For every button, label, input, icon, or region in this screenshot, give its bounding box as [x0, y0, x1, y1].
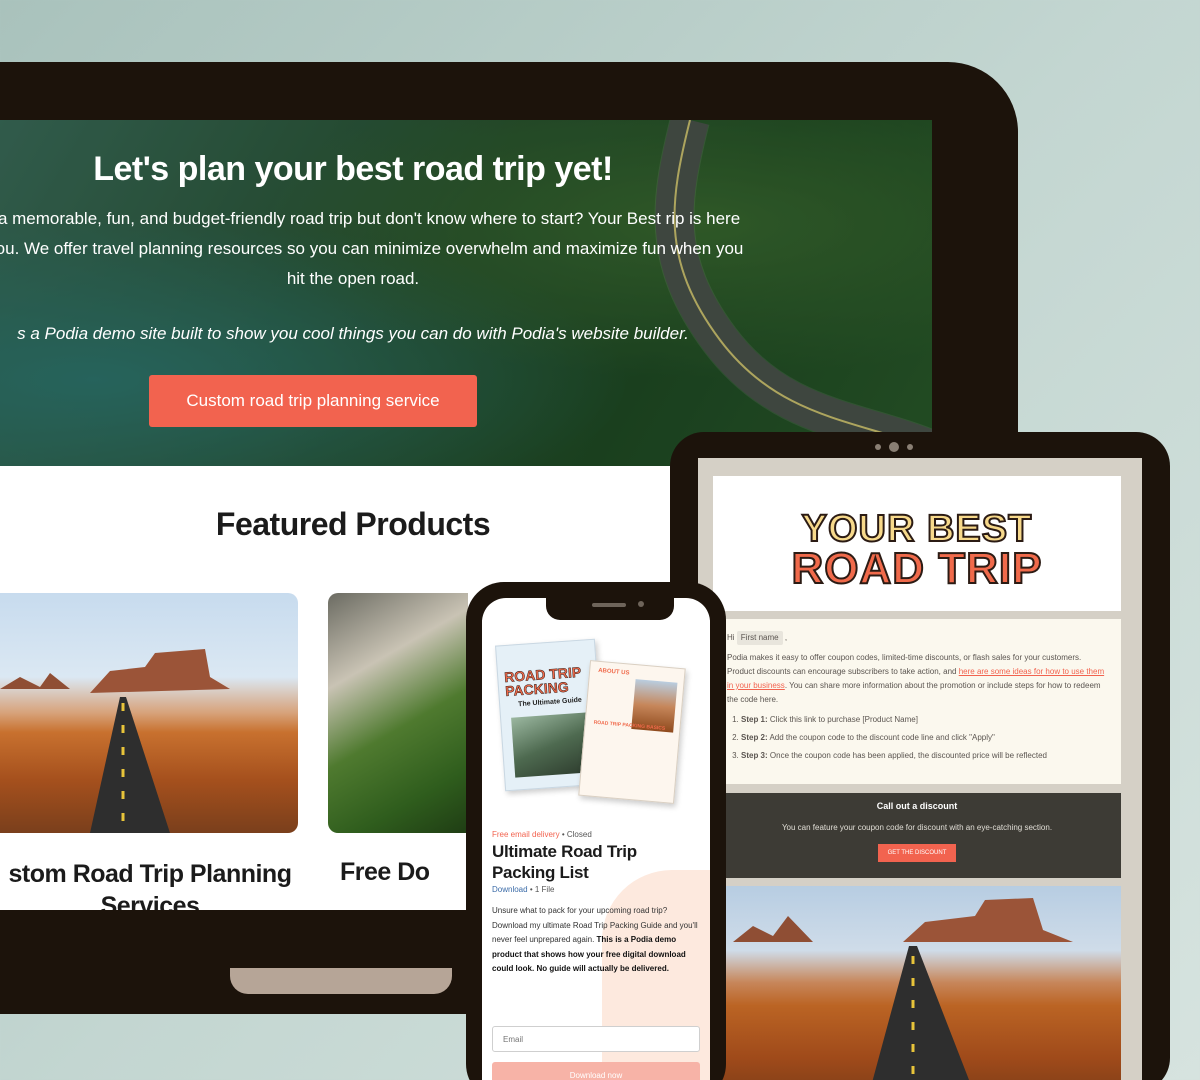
discount-title: Call out a discount — [876, 801, 958, 811]
step-item: Step 3: Once the coupon code has been ap… — [741, 749, 1107, 763]
product-card-image-2[interactable] — [328, 593, 468, 833]
tablet-device: YOUR BEST ROAD TRIP Hi First name , Podi… — [670, 432, 1170, 1080]
step-item: Step 2: Add the coupon code to the disco… — [741, 731, 1107, 745]
product-meta: Download • 1 File — [492, 885, 555, 894]
product-info: Free email delivery • Closed Ultimate Ro… — [492, 830, 702, 977]
guide-page-heading: ABOUT US — [597, 667, 630, 677]
tablet-camera — [875, 442, 913, 452]
phone-device: ROAD TRIP PACKING The Ultimate Guide ABO… — [466, 582, 726, 1080]
road-image — [713, 886, 1121, 1080]
merge-tag-chip: First name — [736, 631, 783, 645]
phone-notch — [546, 598, 674, 620]
greeting: Hi — [727, 633, 735, 642]
guide-page: ABOUT US ROAD TRIP PACKING BASICS — [578, 660, 686, 804]
hero-description: ake a memorable, fun, and budget-friendl… — [0, 209, 744, 288]
hero-section: Let's plan your best road trip yet! ake … — [0, 120, 932, 466]
email-header: YOUR BEST ROAD TRIP — [713, 476, 1121, 611]
product-description: Unsure what to pack for your upcoming ro… — [492, 906, 698, 973]
phone-screen: ROAD TRIP PACKING The Ultimate Guide ABO… — [482, 598, 710, 1080]
download-button[interactable]: Download now — [492, 1062, 700, 1080]
hero-title: Let's plan your best road trip yet! — [93, 150, 613, 188]
road-image — [0, 649, 230, 833]
delivery-status: Free email delivery • Closed — [492, 830, 592, 839]
tablet-screen: YOUR BEST ROAD TRIP Hi First name , Podi… — [698, 458, 1142, 1080]
get-discount-button[interactable]: GET THE DISCOUNT — [877, 844, 957, 862]
laptop-hinge — [230, 968, 452, 994]
product-card-title-2[interactable]: Free Do — [340, 858, 430, 887]
discount-text: You can feature your coupon code for dis… — [781, 823, 1053, 832]
product-card-image[interactable] — [0, 593, 298, 833]
hero-note: s a Podia demo site built to show you co… — [17, 324, 689, 343]
featured-products-title: Featured Products — [215, 506, 491, 542]
steps-list: Step 1: Click this link to purchase [Pro… — [741, 713, 1107, 763]
step-item: Step 1: Click this link to purchase [Pro… — [741, 713, 1107, 727]
custom-planning-button[interactable]: Custom road trip planning service — [149, 375, 477, 427]
product-cover: ROAD TRIP PACKING The Ultimate Guide ABO… — [482, 620, 710, 832]
email-field[interactable] — [492, 1026, 700, 1052]
email-body: Hi First name , Podia makes it easy to o… — [713, 619, 1121, 784]
guide-title: ROAD TRIP PACKING — [503, 663, 582, 700]
guide-subtitle: The Ultimate Guide — [517, 696, 583, 709]
product-card-title[interactable]: stom Road Trip Planning Services — [0, 858, 340, 910]
logo-line-2: ROAD TRIP — [791, 543, 1043, 594]
discount-section: Call out a discount You can feature your… — [713, 793, 1121, 878]
product-title: Ultimate Road Trip Packing List — [492, 842, 637, 882]
